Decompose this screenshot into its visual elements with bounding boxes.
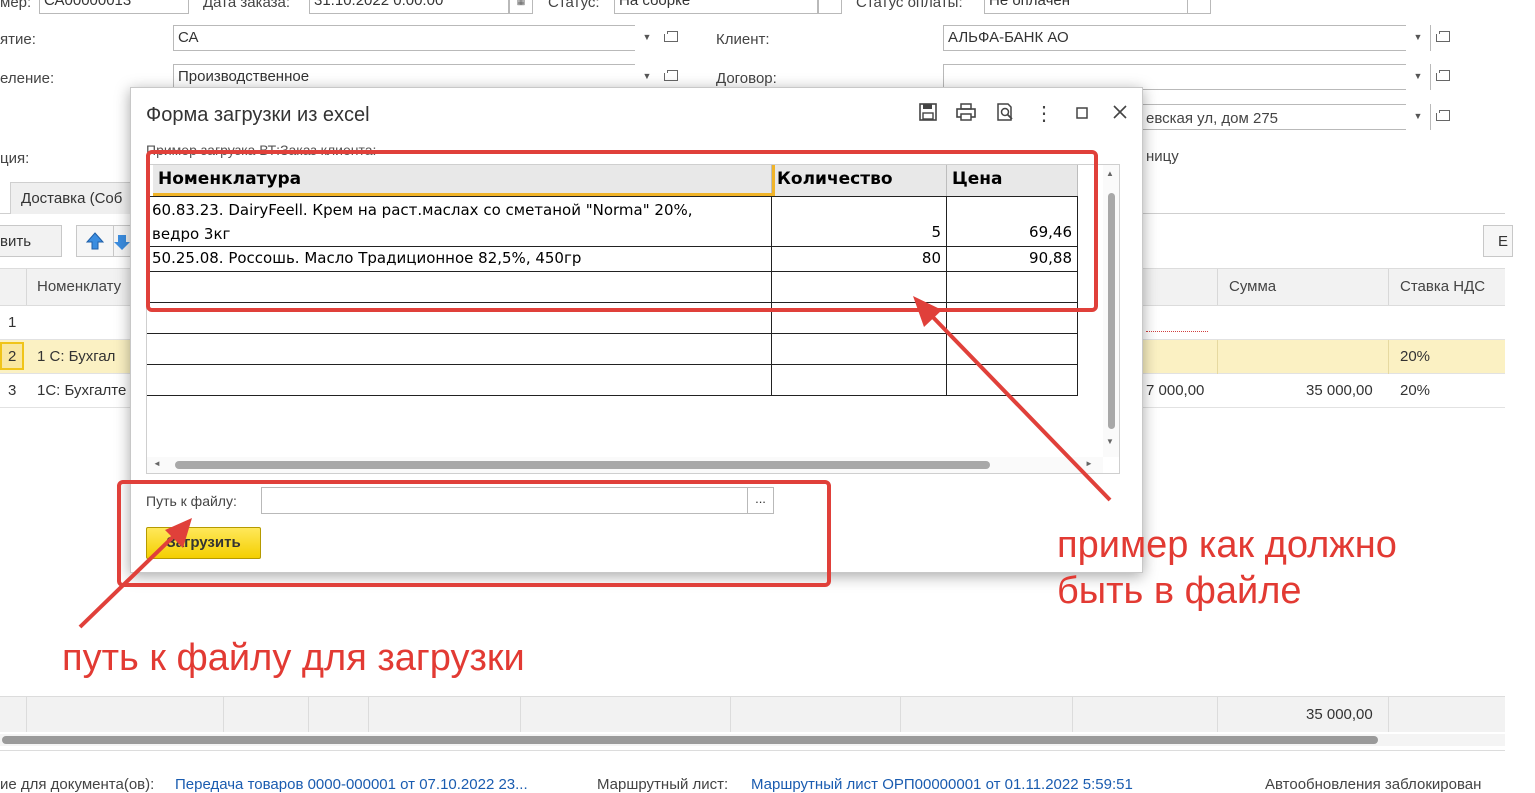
- arrow-to-path-head: [165, 518, 192, 548]
- sample-note-line2: быть в файле: [1057, 570, 1302, 612]
- path-note: путь к файлу для загрузки: [62, 637, 525, 679]
- arrow-to-sample: [924, 308, 1112, 502]
- sample-note-line1: пример как должно: [1057, 524, 1397, 566]
- arrow-to-path: [78, 530, 180, 629]
